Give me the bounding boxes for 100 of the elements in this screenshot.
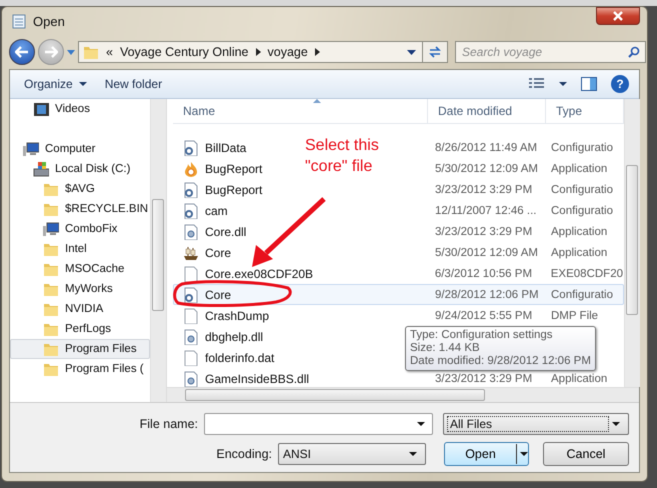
sidebar-item[interactable]: $RECYCLE.BIN bbox=[10, 199, 150, 219]
file-row[interactable]: Core 9/28/2012 12:06 PM Configuratio bbox=[173, 284, 624, 305]
date-cell: 9/24/2012 5:55 PM bbox=[435, 310, 532, 322]
breadcrumb-item[interactable]: Voyage Century Online bbox=[120, 45, 249, 59]
sidebar-item[interactable]: ComboFix bbox=[10, 219, 150, 239]
address-bar[interactable]: « Voyage Century Online voyage bbox=[78, 41, 423, 63]
refresh-button[interactable] bbox=[422, 41, 448, 63]
folder-icon bbox=[43, 321, 59, 337]
scrollbar-thumb[interactable] bbox=[626, 165, 638, 315]
refresh-icon bbox=[428, 46, 442, 58]
type-cell: Application bbox=[551, 246, 608, 258]
scrollbar[interactable] bbox=[150, 99, 166, 402]
column-header[interactable]: Date modified bbox=[428, 99, 546, 123]
tooltip-text: Type: Configuration settings bbox=[410, 329, 554, 342]
folder-icon bbox=[43, 241, 59, 257]
tooltip-text: Date modified: 9/28/2012 12:06 PM bbox=[410, 355, 591, 368]
sidebar-item[interactable]: Videos bbox=[10, 99, 150, 119]
gear-file-icon bbox=[183, 224, 199, 240]
sidebar-item[interactable]: Local Disk (C:) bbox=[10, 159, 150, 179]
type-cell: Application bbox=[551, 162, 608, 174]
sidebar-item[interactable]: MyWorks bbox=[10, 279, 150, 299]
flame-icon bbox=[183, 160, 199, 176]
column-header[interactable]: Name bbox=[173, 99, 428, 123]
caret-icon bbox=[520, 452, 528, 456]
view-list-icon[interactable] bbox=[529, 78, 545, 90]
ship-icon bbox=[183, 244, 199, 260]
annotation-text: Select this "core" file bbox=[305, 136, 379, 177]
folder-icon bbox=[43, 301, 59, 317]
arrow-right-icon[interactable] bbox=[256, 48, 261, 56]
gear-file-icon bbox=[183, 328, 199, 344]
cancel-button[interactable]: Cancel bbox=[543, 442, 629, 466]
file-name: GameInsideBBS.dll bbox=[205, 372, 310, 386]
help-button[interactable]: ? bbox=[611, 75, 629, 93]
date-cell: 3/23/2012 3:29 PM bbox=[435, 184, 532, 196]
date-cell: 6/3/2012 10:56 PM bbox=[434, 268, 532, 280]
file-name: Core bbox=[205, 288, 232, 302]
caret-icon bbox=[612, 422, 620, 426]
type-cell: Configuratio bbox=[551, 288, 614, 300]
sidebar-item[interactable]: $AVG bbox=[10, 179, 150, 199]
breadcrumb-item[interactable]: voyage bbox=[268, 45, 308, 59]
settings-file-icon bbox=[183, 286, 199, 302]
file-name: Core.exe08CDF20B bbox=[205, 266, 314, 280]
date-cell: 3/23/2012 3:29 PM bbox=[435, 226, 532, 238]
folder-icon bbox=[43, 361, 59, 377]
sidebar-item[interactable]: Intel bbox=[10, 239, 150, 259]
sidebar-item[interactable]: Program Files bbox=[10, 339, 150, 359]
open-button[interactable]: Open bbox=[444, 442, 529, 466]
type-cell: Configuratio bbox=[551, 142, 614, 154]
scrollbar[interactable] bbox=[167, 387, 639, 402]
sidebar-item[interactable]: PerfLogs bbox=[10, 319, 150, 339]
arrow-right-icon[interactable] bbox=[314, 48, 320, 56]
file-name: folderinfo.dat bbox=[205, 350, 274, 364]
file-name: BillData bbox=[205, 140, 246, 154]
computer-icon bbox=[23, 141, 39, 157]
preview-pane-icon[interactable] bbox=[581, 77, 597, 91]
file-icon bbox=[183, 350, 199, 366]
sidebar-item[interactable]: MSOCache bbox=[10, 259, 150, 279]
organize-button[interactable]: Organize bbox=[22, 74, 89, 94]
window-title: Open bbox=[33, 14, 65, 28]
encoding-dropdown[interactable]: ANSI bbox=[278, 443, 426, 465]
type-cell: EXE08CDF20 bbox=[550, 268, 623, 280]
gear-file-icon bbox=[183, 370, 199, 386]
file-icon bbox=[183, 308, 199, 324]
type-cell: DMP File bbox=[551, 310, 598, 322]
file-icon bbox=[183, 266, 199, 282]
new-folder-button[interactable]: New folder bbox=[102, 74, 164, 94]
sidebar-item[interactable]: NVIDIA bbox=[10, 299, 150, 319]
file-name-field[interactable] bbox=[204, 413, 433, 435]
tooltip-text: Size: 1.44 KB bbox=[410, 342, 481, 355]
back-button[interactable] bbox=[9, 39, 35, 65]
type-cell: Configuratio bbox=[551, 184, 614, 196]
close-button[interactable] bbox=[596, 7, 640, 25]
caret-icon bbox=[78, 82, 87, 86]
date-cell: 5/30/2012 12:09 AM bbox=[435, 246, 538, 258]
date-cell: 5/30/2012 12:09 AM bbox=[435, 162, 538, 174]
field-label: File name: bbox=[140, 417, 198, 431]
caret-icon[interactable] bbox=[559, 82, 567, 86]
date-cell: 8/26/2012 11:49 AM bbox=[435, 142, 538, 154]
sidebar-item[interactable]: Computer bbox=[10, 139, 150, 159]
drive-icon bbox=[33, 161, 49, 177]
sidebar-item[interactable]: Program Files ( bbox=[10, 359, 150, 379]
folder-icon bbox=[43, 181, 59, 197]
date-cell: 9/28/2012 12:06 PM bbox=[435, 288, 539, 300]
field-label: Encoding: bbox=[216, 447, 272, 461]
date-cell: 12/11/2007 12:46 ... bbox=[435, 204, 536, 216]
settings-file-icon bbox=[183, 202, 199, 218]
type-cell: Application bbox=[551, 372, 608, 384]
folder-icon bbox=[43, 201, 59, 217]
file-type-dropdown[interactable]: All Files bbox=[443, 413, 629, 435]
scrollbar[interactable] bbox=[624, 99, 640, 387]
file-name: BugReport bbox=[205, 162, 262, 176]
search-field[interactable]: Search voyage bbox=[455, 41, 646, 63]
overflow-chevron[interactable]: « bbox=[106, 45, 113, 59]
sort-arrow-icon bbox=[313, 99, 321, 103]
scrollbar-thumb[interactable] bbox=[152, 199, 164, 311]
file-name: dbghelp.dll bbox=[205, 330, 264, 344]
computer-icon bbox=[43, 221, 59, 237]
file-name: cam bbox=[205, 204, 228, 218]
caret-icon[interactable] bbox=[407, 50, 416, 54]
scrollbar-thumb[interactable] bbox=[185, 389, 485, 401]
